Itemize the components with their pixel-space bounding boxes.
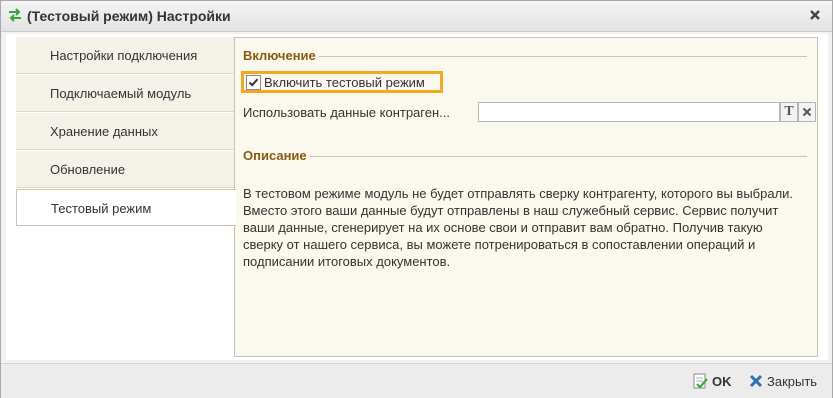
tab-test-mode[interactable]: Тестовый режим [16, 189, 236, 226]
tab-connection-settings[interactable]: Настройки подключения [16, 37, 234, 74]
title-bar: (Тестовый режим) Настройки [1, 1, 832, 32]
window-title: (Тестовый режим) Настройки [27, 8, 231, 24]
close-button-label: Закрыть [767, 373, 818, 389]
enable-group-title: Включение [243, 48, 319, 63]
contractor-field-label: Использовать данные контраген... [243, 105, 450, 120]
type-select-button[interactable]: T [780, 102, 798, 122]
test-mode-checkbox-label: Включить тестовый режим [264, 74, 425, 90]
close-x-icon [749, 374, 763, 388]
checkmark-icon [248, 78, 259, 87]
close-button[interactable]: Закрыть [749, 371, 817, 391]
close-icon[interactable] [806, 6, 824, 24]
tab-plugin-module[interactable]: Подключаемый модуль [16, 75, 234, 112]
arrows-exchange-icon [7, 7, 23, 23]
clear-field-button[interactable] [798, 102, 816, 122]
description-group-divider [243, 156, 807, 157]
contractor-input[interactable] [478, 102, 780, 122]
tab-label: Тестовый режим [51, 201, 152, 216]
enable-group-divider [243, 56, 807, 57]
clear-x-icon [802, 107, 812, 117]
ok-button[interactable]: OK [692, 371, 732, 391]
description-group-title: Описание [243, 148, 310, 163]
window-body: Настройки подключения Подключаемый модул… [6, 34, 828, 360]
tab-label: Обновление [50, 162, 126, 177]
test-mode-panel: Включение Включить тестовый режим Исполь… [234, 37, 818, 357]
settings-window: (Тестовый режим) Настройки Настройки под… [0, 0, 833, 398]
tab-label: Настройки подключения [50, 48, 198, 63]
tab-label: Хранение данных [50, 124, 158, 139]
document-check-icon [693, 373, 708, 389]
test-mode-checkbox[interactable]: Включить тестовый режим [241, 71, 443, 93]
description-text: В тестовом режиме модуль не будет отправ… [243, 186, 794, 269]
tab-data-storage[interactable]: Хранение данных [16, 113, 234, 150]
settings-tabs: Настройки подключения Подключаемый модул… [16, 37, 236, 357]
tab-label: Подключаемый модуль [50, 86, 192, 101]
dialog-footer: OK Закрыть [1, 363, 832, 398]
tab-update[interactable]: Обновление [16, 151, 234, 188]
checkbox-box[interactable] [246, 74, 261, 90]
ok-button-label: OK [712, 373, 732, 389]
